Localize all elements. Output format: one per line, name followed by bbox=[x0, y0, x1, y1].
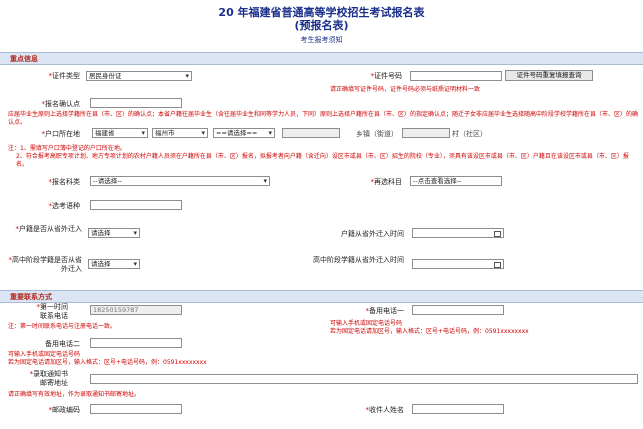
id-duplicate-check-button[interactable]: 证件号码重复填报查询 bbox=[505, 70, 593, 81]
backup-phone-1-note-2: 若为固定电话请加区号，输入格式：区号+电话号码，例：0591xxxxxxxx bbox=[330, 328, 529, 335]
hukou-moved-time-label: 户籍从省外迁入时间 bbox=[341, 230, 404, 238]
section-header-key-info: 重点信息 bbox=[0, 52, 643, 65]
section-title: 重要联系方式 bbox=[10, 293, 52, 301]
confirm-point-input[interactable] bbox=[90, 98, 182, 108]
hukou-moved-time-input[interactable] bbox=[412, 228, 504, 238]
first-contact-phone-input[interactable]: 18250159787 bbox=[90, 305, 182, 315]
section-header-contact: 重要联系方式 bbox=[0, 290, 643, 303]
backup-phone-1-label: *备用电话一 bbox=[365, 307, 405, 315]
hukou-town-label: 乡镇（街道） bbox=[356, 130, 398, 138]
mail-address-label: *录取通知书 邮寄地址 bbox=[29, 370, 69, 387]
backup-phone-1-note-1: 可输入手机或固定电话号码 bbox=[330, 320, 403, 327]
mail-address-input[interactable] bbox=[90, 374, 638, 384]
first-contact-phone-label: *第一时间 联系电话 bbox=[36, 303, 69, 320]
backup-phone-1-input[interactable] bbox=[412, 305, 504, 315]
hukou-moved-select[interactable]: 请选择 bbox=[88, 228, 140, 238]
hukou-village-input[interactable] bbox=[402, 128, 450, 138]
reselect-input[interactable]: --点击查看选择-- bbox=[410, 176, 502, 186]
school-moved-time-label: 高中阶段学籍从省外迁入时间 bbox=[313, 256, 404, 264]
exam-type-select[interactable]: --请选择-- bbox=[90, 176, 270, 186]
school-moved-select[interactable]: 请选择 bbox=[88, 259, 140, 269]
hukou-label: *户口所在地 bbox=[41, 130, 81, 138]
id-number-label: *证件号码 bbox=[370, 72, 403, 80]
exam-type-label: *报名科类 bbox=[48, 178, 81, 186]
id-number-input[interactable] bbox=[410, 71, 502, 81]
hukou-moved-label: *户籍是否从省外迁入 bbox=[15, 225, 83, 233]
mail-address-note: 请正确填写有效地址，作为录取通知书邮寄地址。 bbox=[8, 391, 141, 398]
backup-phone-2-note-1: 可输入手机或固定电话号码 bbox=[8, 351, 81, 358]
page-title-line2: (预报名表) bbox=[294, 19, 349, 32]
postcode-input[interactable] bbox=[90, 404, 182, 414]
hukou-city-select[interactable]: 福州市 bbox=[152, 128, 208, 138]
id-type-select[interactable]: 居民身份证 bbox=[86, 71, 192, 81]
first-contact-phone-note: 注：第一时间联系电话与注册电话一致。 bbox=[8, 323, 117, 330]
id-number-note: 请正确填写证件号码，证件号码必须与纸质证明材料一致 bbox=[330, 86, 481, 93]
id-type-label: *证件类型 bbox=[48, 72, 81, 80]
hukou-note-2: 2、符合报考高职专项计划、地方专项计划的农村户籍人员须在户籍所在县（市、区）报名… bbox=[16, 153, 629, 168]
hukou-district-select[interactable]: ==请选择== bbox=[213, 128, 275, 138]
confirm-point-label: *报名确认点 bbox=[41, 100, 81, 108]
school-moved-label: *高中阶段学籍是否从省外迁入 bbox=[8, 256, 83, 273]
backup-phone-2-note-2: 若为固定电话请加区号，输入格式：区号+电话号码，例：0591xxxxxxxx bbox=[8, 359, 207, 366]
foreign-language-label: *选考语种 bbox=[48, 202, 81, 210]
reselect-label: *再选科目 bbox=[370, 178, 403, 186]
school-moved-time-input[interactable] bbox=[412, 259, 504, 269]
backup-phone-2-label: 备用电话二 bbox=[45, 340, 80, 348]
postcode-label: *邮政编码 bbox=[48, 406, 81, 414]
foreign-language-input[interactable] bbox=[90, 200, 182, 210]
backup-phone-2-input[interactable] bbox=[90, 338, 182, 348]
section-title: 重点信息 bbox=[10, 55, 38, 63]
hukou-village-label: 村（社区） bbox=[452, 130, 487, 138]
recipient-name-input[interactable] bbox=[412, 404, 504, 414]
hukou-town-input[interactable] bbox=[282, 128, 340, 138]
confirm-point-note: 应届毕业生原则上选择学籍所在县（市、区）的确认点；本省户籍往届毕业生（含往届毕业… bbox=[8, 111, 639, 126]
recipient-name-label: *收件人姓名 bbox=[365, 406, 405, 414]
hukou-note-1: 注：1、需填写户口簿中登记的户口所在地。 bbox=[8, 145, 126, 152]
page-title-line1: 20 年福建省普通高等学校招生考试报名表 bbox=[218, 6, 425, 19]
exam-instructions-link[interactable]: 考生报考须知 bbox=[0, 35, 643, 45]
hukou-province-select[interactable]: 福建省 bbox=[92, 128, 148, 138]
